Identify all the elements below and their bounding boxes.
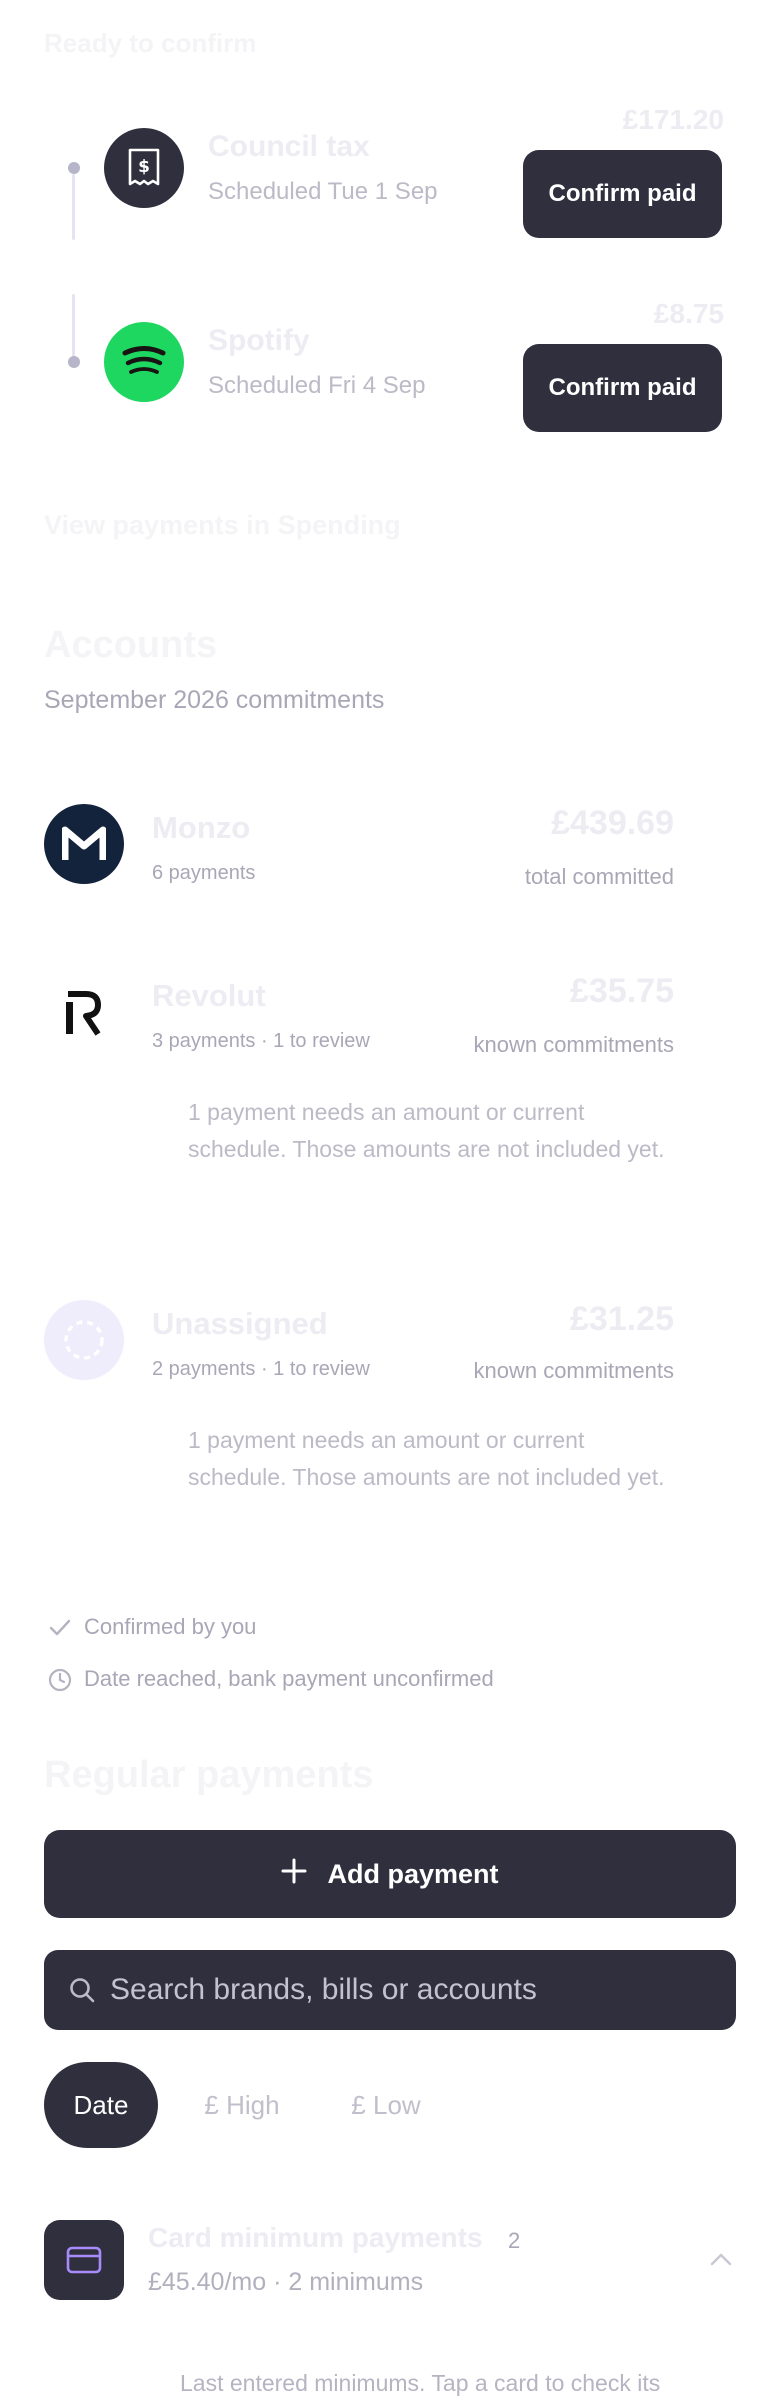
account-amount: £439.69 (551, 804, 674, 842)
search-icon (68, 1976, 96, 2004)
svg-text:$: $ (138, 157, 150, 177)
spotify-logo-icon (104, 322, 184, 402)
group-footnote: Last entered minimums. Tap a card to che… (180, 2370, 661, 2396)
account-name: Unassigned (152, 1306, 328, 1341)
clock-icon (48, 1668, 72, 1692)
account-review-note: 1 payment needs an amount or current sch… (188, 1427, 665, 1490)
timeline-dot (68, 162, 80, 174)
accounts-heading: Accounts (44, 624, 218, 666)
account-name: Revolut (152, 978, 266, 1013)
unassigned-icon[interactable] (44, 1300, 124, 1380)
account-amount-label: total committed (524, 864, 674, 889)
search-placeholder[interactable]: Search brands, bills or accounts (110, 1973, 537, 2007)
confirm-paid-button[interactable]: Confirm paid (523, 150, 722, 238)
payment-schedule: Scheduled Fri 4 Sep (208, 372, 426, 399)
sort-date-pill[interactable]: Date (44, 2062, 158, 2148)
add-payment-label: Add payment (327, 1858, 499, 1889)
account-review-note: 1 payment needs an amount or current sch… (188, 1099, 665, 1162)
regular-heading: Regular payments (44, 1754, 374, 1796)
sort-high-pill[interactable]: £ High (186, 2062, 298, 2148)
credit-card-icon (44, 2220, 124, 2300)
account-meta: 2 payments · 1 to review (152, 1358, 370, 1380)
accounts-subtitle: September 2026 commitments (44, 686, 385, 714)
view-payments-link[interactable]: View payments in Spending (44, 510, 401, 541)
legend-unconfirmed-label: Date reached, bank payment unconfirmed (84, 1666, 494, 1691)
account-amount-label: known commitments (473, 1032, 674, 1057)
timeline-line (72, 174, 75, 240)
payment-schedule: Scheduled Tue 1 Sep (208, 178, 438, 205)
confirm-paid-button[interactable]: Confirm paid (523, 344, 722, 432)
account-amount: £35.75 (570, 972, 674, 1010)
group-count-badge: 2 (508, 2228, 521, 2253)
timeline-line (72, 294, 75, 360)
ready-heading: Ready to confirm (44, 28, 257, 58)
search-bar[interactable]: Search brands, bills or accounts (44, 1950, 736, 2030)
account-amount: £31.25 (570, 1300, 674, 1338)
payment-amount: £171.20 (622, 104, 724, 135)
receipt-dollar-icon: $ (104, 128, 184, 208)
timeline-dot (68, 356, 80, 368)
account-amount-label: known commitments (473, 1358, 674, 1383)
account-meta: 3 payments · 1 to review (152, 1030, 370, 1052)
plus-icon (281, 1858, 307, 1891)
account-meta: 6 payments (152, 862, 256, 884)
group-summary: £45.40/mo · 2 minimums (148, 2268, 424, 2296)
legend-confirmed-label: Confirmed by you (84, 1614, 257, 1639)
chevron-up-icon[interactable] (708, 2250, 734, 2268)
group-title[interactable]: Card minimum payments (148, 2222, 483, 2254)
payment-name: Council tax (208, 130, 370, 163)
check-icon (48, 1616, 72, 1640)
revolut-logo-icon[interactable] (44, 972, 124, 1052)
sort-low-pill[interactable]: £ Low (334, 2062, 438, 2148)
payment-name: Spotify (208, 324, 310, 357)
payment-amount: £8.75 (653, 298, 724, 329)
account-name: Monzo (152, 810, 251, 845)
add-payment-button[interactable]: Add payment (44, 1830, 736, 1918)
monzo-logo-icon[interactable] (44, 804, 124, 884)
